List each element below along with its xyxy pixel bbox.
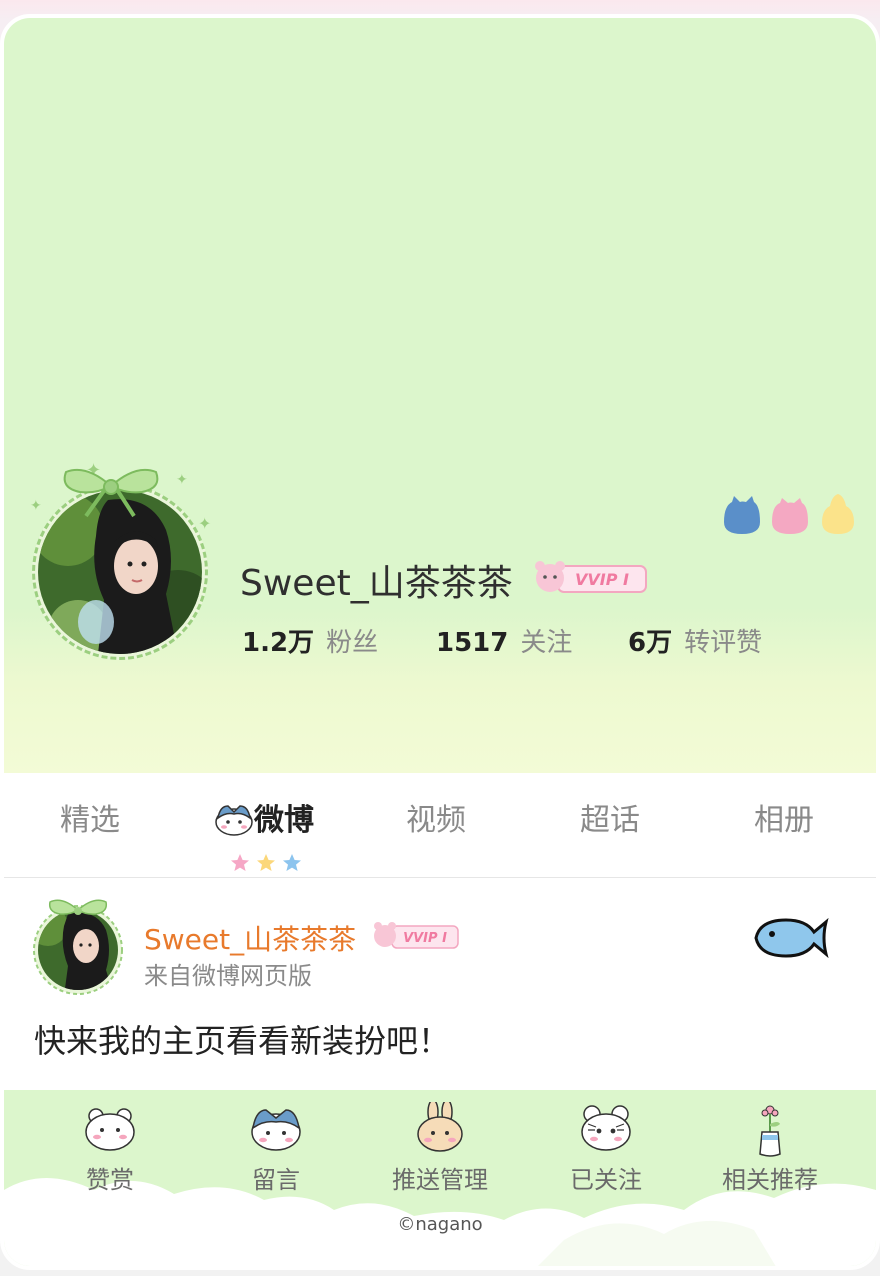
profile-card: ✦ ✦ ✦ ✦ Sweet_山茶茶茶 VVIP I 1.2万 粉丝 1517 关… [0,14,880,1270]
post-actions-bar: 赞赏 留言 推送管理 已关注 相关推荐 ©nagano [4,1090,876,1266]
tab-weibo[interactable]: 微博 [214,795,314,844]
flower-vase-icon [759,1105,781,1157]
tab-weibo-label: 微博 [254,803,314,838]
post-author-name[interactable]: Sweet_山茶茶茶 [144,918,356,958]
action-following[interactable]: 已关注 [536,1102,676,1194]
bow-icon [56,458,166,522]
sparkle-icon: ✦ [176,472,188,488]
stat-followers-label: 粉丝 [326,628,379,658]
hachiware-icon [251,1109,301,1151]
tab-featured[interactable]: 精选 [60,795,120,839]
post-vip-badge-label: VVIP I [403,931,447,946]
pink-cat-icon [772,498,808,534]
vip-badge-label: VVIP I [575,570,629,589]
action-recommendations-label: 相关推荐 [722,1166,818,1194]
vip-badge[interactable]: VVIP I [532,558,652,602]
sparkle-icon: ✦ [198,514,212,533]
stat-followers[interactable]: 1.2万 粉丝 [242,622,378,659]
hachiware-tab-icon [214,800,254,844]
sparkle-icon: ✦ [30,498,42,514]
action-push-settings-label: 推送管理 [392,1166,488,1194]
usagi-icon [417,1102,463,1152]
action-reward-label: 赞赏 [86,1166,134,1194]
post-source: 来自微博网页版 [144,962,312,990]
stat-followers-count: 1.2万 [242,628,315,658]
stat-interactions-count: 6万 [628,628,673,658]
action-following-label: 已关注 [570,1166,642,1194]
cat-decoration [720,492,862,542]
blue-cat-icon [724,496,760,534]
active-tab-indicator [230,853,306,877]
post-text: 快来我的主页看看新装扮吧！ [34,1022,451,1060]
tab-video[interactable]: 视频 [406,795,466,839]
post-author-avatar[interactable] [28,896,128,996]
stat-interactions-label: 转评赞 [684,628,763,658]
profile-tabs: 精选 微博 视频 超话 相册 [4,773,876,878]
action-push-settings[interactable]: 推送管理 [370,1102,510,1194]
bear-icon [85,1108,135,1151]
action-comment[interactable]: 留言 [206,1102,346,1194]
action-reward[interactable]: 赞赏 [40,1102,180,1194]
post-card: Sweet_山茶茶茶 VVIP I 来自微博网页版 快来我的主页看看新装扮吧！ [4,878,876,1090]
profile-header: ✦ ✦ ✦ ✦ Sweet_山茶茶茶 VVIP I 1.2万 粉丝 1517 关… [4,18,876,773]
fish-icon[interactable] [752,914,830,966]
profile-avatar[interactable]: ✦ ✦ ✦ ✦ [28,458,218,660]
yellow-cat-icon [822,494,854,534]
action-recommendations[interactable]: 相关推荐 [700,1102,840,1194]
profile-username: Sweet_山茶茶茶 [240,563,513,604]
copyright-text: ©nagano [397,1214,483,1235]
momonga-icon [581,1105,631,1151]
tab-super-topic[interactable]: 超话 [580,795,640,839]
stat-following-label: 关注 [520,628,573,658]
tab-album[interactable]: 相册 [754,795,814,839]
action-comment-label: 留言 [252,1166,300,1194]
stat-following-count: 1517 [436,628,509,658]
post-vip-badge[interactable]: VVIP I [372,920,462,956]
stat-following[interactable]: 1517 关注 [436,622,572,659]
stat-interactions[interactable]: 6万 转评赞 [628,622,762,659]
